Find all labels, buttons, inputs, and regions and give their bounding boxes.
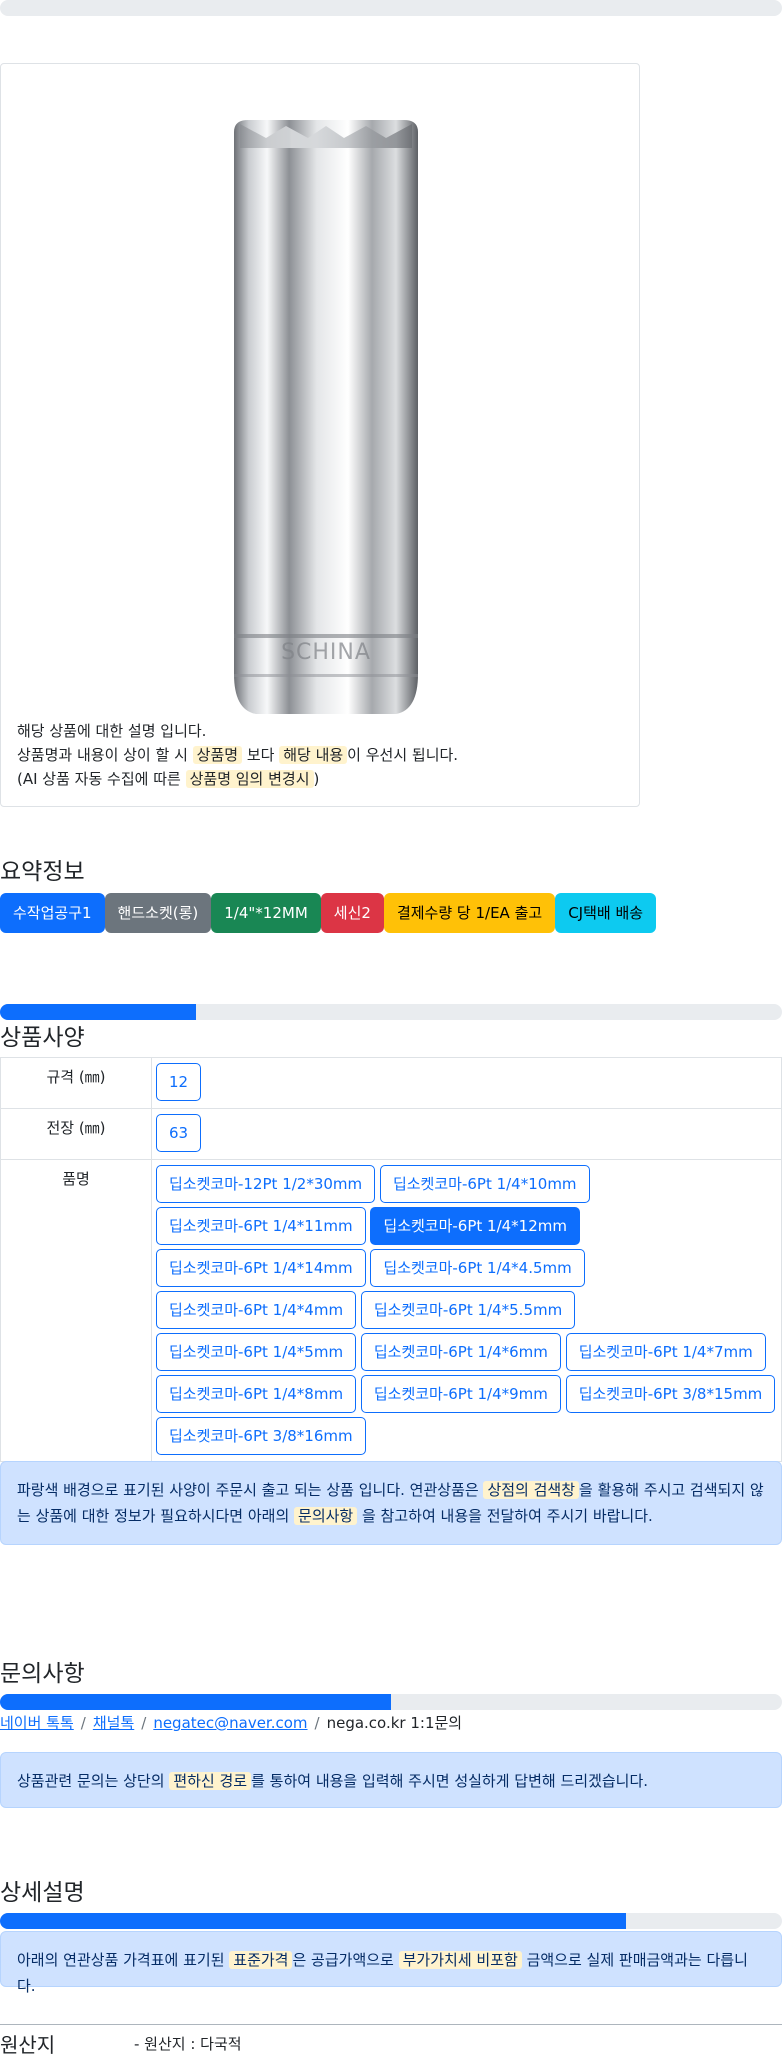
spec-table: 규격 (㎜) 12 전장 (㎜) 63 품명 딥소켓코마-12Pt 1/2*30… — [0, 1057, 782, 1462]
spec-row-size: 규격 (㎜) 12 — [0, 1057, 782, 1109]
brand-engraving: SCHINA — [281, 640, 371, 665]
option-button[interactable]: 딥소켓코마-6Pt 1/4*4.5mm — [370, 1249, 585, 1287]
naver-talk-link[interactable]: 네이버 톡톡 — [0, 1714, 74, 1732]
spec-values-length: 63 — [151, 1108, 782, 1160]
inquiry-title: 문의사항 — [0, 1661, 85, 1687]
spec-values-name: 딥소켓코마-12Pt 1/2*30mm 딥소켓코마-6Pt 1/4*10mm 딥… — [151, 1159, 782, 1462]
breadcrumb-separator: / — [314, 1714, 320, 1732]
detail-title: 상세설명 — [0, 1880, 85, 1906]
description-line-1: 해당 상품에 대한 설명 입니다. — [17, 722, 207, 740]
option-size-12[interactable]: 12 — [156, 1063, 202, 1101]
summary-badge: 1/4"*12MM — [211, 893, 321, 933]
summary-badge: 세신2 — [320, 893, 384, 933]
origin-row: 원산지 - 원산지 : 다국적 — [0, 2024, 782, 2062]
option-button-selected[interactable]: 딥소켓코마-6Pt 1/4*12mm — [370, 1207, 580, 1245]
summary-badges: 수작업공구1 핸드소켓(롱) 1/4"*12MM 세신2 결제수량 당 1/EA 출고 C… — [0, 893, 657, 933]
top-progress-bar — [0, 0, 782, 16]
inquiry-links: 네이버 톡톡 / 채널톡 / negatec@naver.com / nega.co.kr … — [0, 1712, 462, 1733]
spec-notice: 파랑색 배경으로 표기된 사양이 주문시 출고 되는 상품 입니다. 연관상품은… — [0, 1461, 782, 1545]
detail-notice: 아래의 연관상품 가격표에 표기된 표준가격 은 공급가액으로 부가가치세 비포함… — [0, 1931, 782, 1995]
origin-value: - 원산지 : 다국적 — [134, 2035, 242, 2053]
option-button[interactable]: 딥소켓코마-6Pt 1/4*6mm — [360, 1333, 561, 1371]
spec-progress-bar — [0, 1004, 782, 1020]
summary-title: 요약정보 — [0, 859, 85, 885]
inquiry-progress-fill — [0, 1694, 391, 1710]
spec-row-name: 품명 딥소켓코마-12Pt 1/2*30mm 딥소켓코마-6Pt 1/4*10m… — [0, 1159, 782, 1462]
option-button[interactable]: 딥소켓코마-6Pt 1/4*5mm — [156, 1333, 357, 1371]
spec-label-length: 전장 (㎜) — [0, 1108, 152, 1160]
spec-title: 상품사양 — [0, 1025, 85, 1051]
email-link[interactable]: negatec@naver.com — [153, 1714, 307, 1732]
option-button[interactable]: 딥소켓코마-6Pt 1/4*14mm — [156, 1249, 366, 1287]
description-line-2: 상품명과 내용이 상이 할 시 상품명 보다 해당 내용 이 우선시 됩니다. — [17, 746, 459, 764]
option-button[interactable]: 딥소켓코마-6Pt 1/4*4mm — [156, 1291, 357, 1329]
option-button[interactable]: 딥소켓코마-6Pt 3/8*15mm — [565, 1375, 776, 1413]
breadcrumb-separator: / — [80, 1714, 86, 1732]
summary-badge: 수작업공구1 — [0, 893, 105, 933]
option-button[interactable]: 딥소켓코마-6Pt 1/4*7mm — [565, 1333, 766, 1371]
origin-label: 원산지 — [0, 2033, 56, 2057]
inquiry-notice: 상품관련 문의는 상단의 편하신 경로 를 통하여 내용을 입력해 주시면 성실하… — [0, 1752, 782, 1808]
option-button[interactable]: 딥소켓코마-6Pt 1/4*11mm — [156, 1207, 366, 1245]
product-description: 해당 상품에 대한 설명 입니다. 상품명과 내용이 상이 할 시 상품명 보다… — [17, 719, 458, 791]
product-card: SCHINA 해당 상품에 대한 설명 입니다. 상품명과 내용이 상이 할 시… — [0, 63, 640, 807]
option-length-63[interactable]: 63 — [156, 1114, 202, 1152]
detail-progress-fill — [0, 1913, 626, 1929]
inquiry-progress-bar — [0, 1694, 782, 1710]
option-button[interactable]: 딥소켓코마-6Pt 1/4*8mm — [156, 1375, 357, 1413]
summary-badge: CJ택배 배송 — [555, 893, 657, 933]
summary-badge: 핸드소켓(롱) — [104, 893, 212, 933]
description-line-3: (AI 상품 자동 수집에 따른 상품명 임의 변경시) — [17, 770, 320, 788]
option-button[interactable]: 딥소켓코마-6Pt 1/4*10mm — [379, 1165, 590, 1203]
spec-values-size: 12 — [151, 1057, 782, 1109]
channel-talk-link[interactable]: 채널톡 — [93, 1714, 134, 1732]
option-button[interactable]: 딥소켓코마-6Pt 1/4*5.5mm — [360, 1291, 576, 1329]
option-button[interactable]: 딥소켓코마-6Pt 1/4*9mm — [360, 1375, 561, 1413]
spec-row-length: 전장 (㎜) 63 — [0, 1108, 782, 1160]
summary-badge: 결제수량 당 1/EA 출고 — [383, 893, 556, 933]
spec-label-size: 규격 (㎜) — [0, 1057, 152, 1109]
site-inquiry-text: nega.co.kr 1:1문의 — [326, 1714, 463, 1732]
spec-label-name: 품명 — [0, 1159, 152, 1462]
deep-socket-image: SCHINA — [234, 120, 418, 714]
option-button[interactable]: 딥소켓코마-6Pt 3/8*16mm — [156, 1417, 366, 1455]
detail-progress-bar — [0, 1913, 782, 1929]
breadcrumb-separator: / — [141, 1714, 147, 1732]
option-button[interactable]: 딥소켓코마-12Pt 1/2*30mm — [156, 1165, 376, 1203]
